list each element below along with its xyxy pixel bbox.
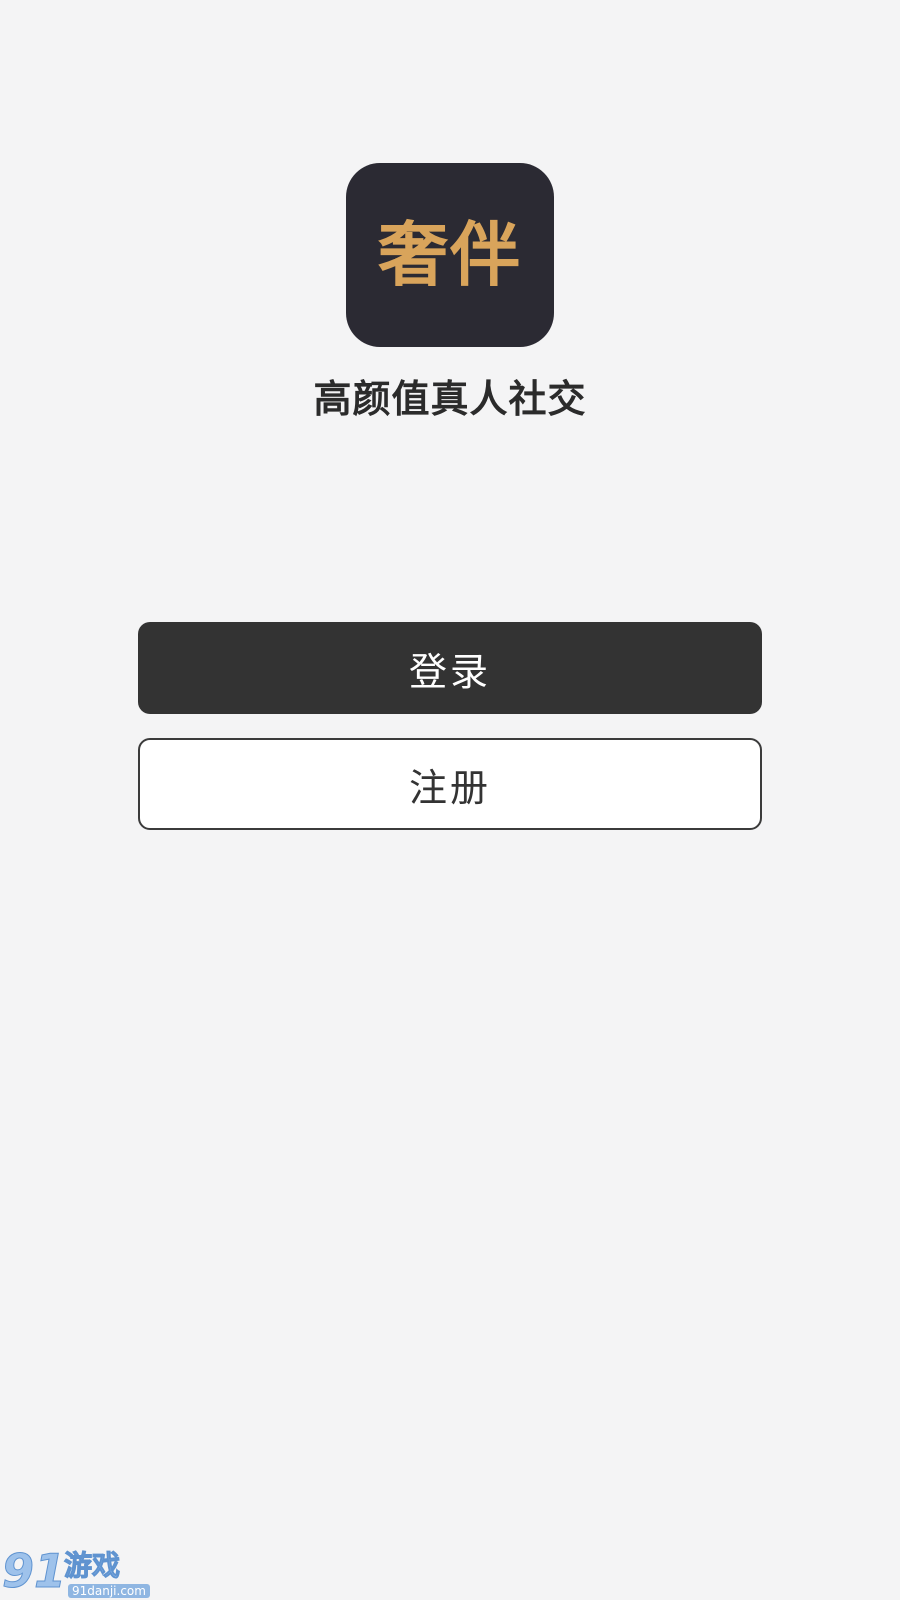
register-button-label: 注册 <box>408 765 491 810</box>
watermark-name: 游戏 <box>63 1549 121 1582</box>
login-button[interactable]: 登录 <box>138 622 762 714</box>
watermark-url: 91danji.com <box>68 1584 150 1598</box>
site-watermark: 91 游戏 91danji.com <box>1 1544 150 1600</box>
register-button[interactable]: 注册 <box>138 738 762 830</box>
app-logo-text: 奢伴 <box>378 214 522 296</box>
watermark-number: 91 <box>1 1544 67 1598</box>
app-slogan: 高颜值真人社交 <box>313 377 587 421</box>
app-logo-icon: 奢伴 <box>346 163 554 347</box>
login-button-label: 登录 <box>408 649 491 694</box>
